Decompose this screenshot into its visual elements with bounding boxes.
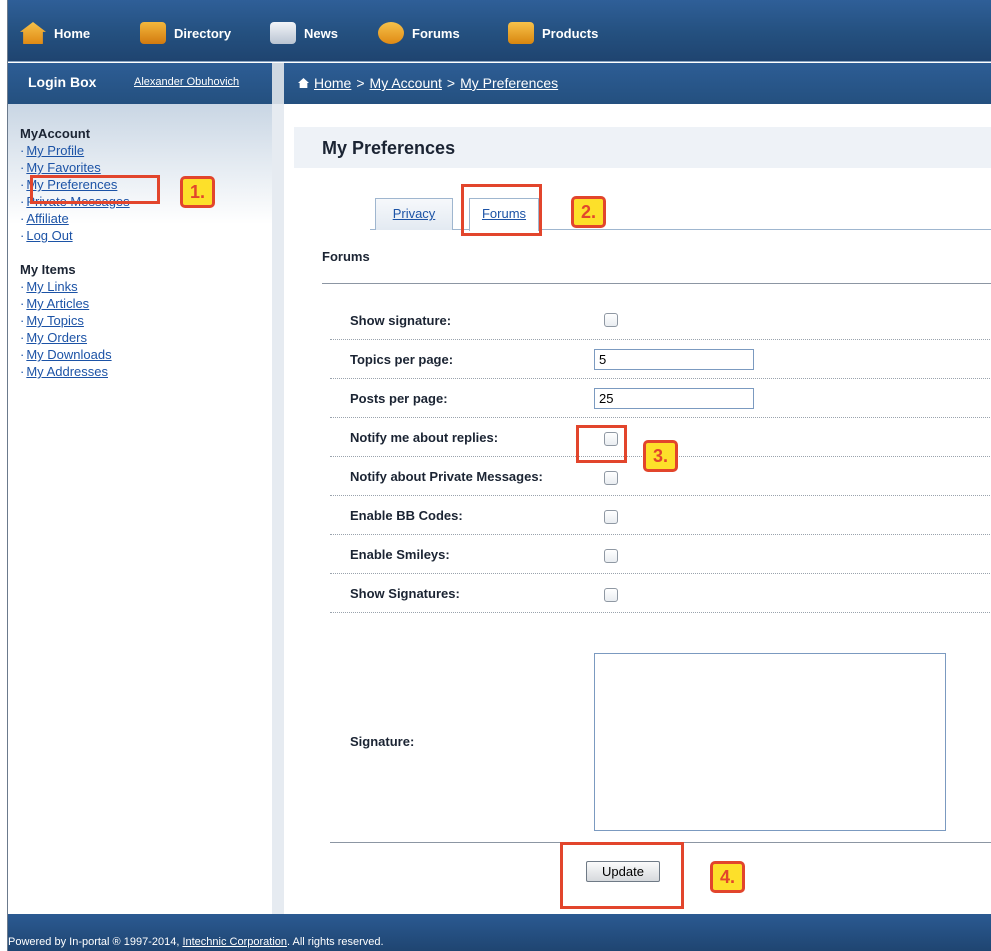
enable-bb-checkbox[interactable] — [604, 510, 618, 524]
page-frame: Home Directory News Forums Products Logi… — [7, 0, 991, 951]
posts-per-page-input[interactable] — [594, 388, 754, 409]
nav-home[interactable]: Home — [20, 20, 90, 46]
breadcrumb-my-account[interactable]: My Account — [370, 75, 442, 91]
footer-company-link[interactable]: Intechnic Corporation — [182, 936, 287, 948]
sidebar-item-log-out[interactable]: · Log Out — [20, 227, 130, 244]
posts-per-page-label: Posts per page: — [350, 391, 448, 406]
nav-forums-label: Forums — [412, 25, 460, 41]
step-badge-4: 4. — [710, 861, 746, 893]
show-signatures-label: Show Signatures: — [350, 586, 460, 601]
notify-pm-checkbox[interactable] — [604, 471, 618, 485]
notify-pm-label: Notify about Private Messages: — [350, 469, 543, 484]
forums-icon — [378, 22, 404, 44]
enable-smileys-label: Enable Smileys: — [350, 547, 450, 562]
sidebar-item-my-addresses[interactable]: · My Addresses — [20, 363, 112, 380]
section-divider — [322, 283, 991, 284]
footer: Powered by In-portal ® 1997-2014, Intech… — [8, 914, 991, 951]
topics-per-page-label: Topics per page: — [350, 352, 454, 367]
highlight-box-my-preferences — [30, 175, 160, 204]
column-divider — [272, 63, 284, 104]
signature-textarea[interactable] — [594, 653, 946, 831]
step-badge-3: 3. — [643, 440, 679, 472]
sidebar-item-my-favorites[interactable]: · My Favorites — [20, 159, 130, 176]
nav-directory-label: Directory — [174, 25, 232, 41]
tab-privacy[interactable]: Privacy — [375, 198, 453, 230]
form-row-enable-bb: Enable BB Codes: — [330, 496, 991, 535]
sidebar-item-my-articles[interactable]: · My Articles — [20, 295, 112, 312]
my-account-title: MyAccount — [20, 126, 91, 141]
form-row-enable-smileys: Enable Smileys: — [330, 535, 991, 574]
step-badge-2: 2. — [571, 196, 607, 228]
nav-news-label: News — [304, 25, 338, 41]
home-icon — [20, 22, 46, 44]
footer-text: Powered by In-portal ® 1997-2014, Intech… — [8, 936, 384, 948]
sidebar-item-my-downloads[interactable]: · My Downloads — [20, 346, 112, 363]
nav-home-label: Home — [54, 25, 91, 41]
sidebar-item-affiliate[interactable]: · Affiliate — [20, 210, 130, 227]
nav-products[interactable]: Products — [508, 20, 598, 46]
nav-news[interactable]: News — [270, 20, 338, 46]
form-row-posts-per-page: Posts per page: — [330, 379, 991, 418]
sidebar-item-my-links[interactable]: · My Links — [20, 278, 112, 295]
form-row-show-signatures: Show Signatures: — [330, 574, 991, 613]
show-signature-label: Show signature: — [350, 313, 452, 328]
signature-label: Signature: — [350, 734, 415, 749]
main-content: My Preferences Privacy Forums Forums Sho… — [284, 104, 991, 914]
house-icon — [298, 78, 309, 88]
my-items-group: My Items · My Links · My Articles · My Topi… — [20, 262, 112, 380]
breadcrumb-my-preferences[interactable]: My Preferences — [460, 75, 558, 91]
products-icon — [508, 22, 534, 44]
breadcrumb-separator: > — [446, 75, 456, 91]
notify-replies-label: Notify me about replies: — [350, 430, 499, 445]
footer-prefix: Powered by In-portal ® 1997-2014, — [8, 936, 183, 948]
topics-per-page-input[interactable] — [594, 349, 754, 370]
show-signature-checkbox[interactable] — [604, 313, 618, 327]
highlight-box-notify-replies — [576, 425, 627, 463]
highlight-box-forums-tab — [461, 184, 542, 236]
nav-forums[interactable]: Forums — [378, 20, 460, 46]
page-title: My Preferences — [322, 138, 456, 158]
news-icon — [270, 22, 296, 44]
login-box-title: Login Box — [28, 74, 97, 90]
directory-icon — [140, 22, 166, 44]
top-navigation: Home Directory News Forums Products — [8, 0, 991, 62]
nav-directory[interactable]: Directory — [140, 20, 231, 46]
sidebar-item-my-topics[interactable]: · My Topics — [20, 312, 112, 329]
my-items-title: My Items — [20, 262, 76, 277]
show-signatures-checkbox[interactable] — [604, 588, 618, 602]
step-badge-1: 1. — [180, 176, 216, 208]
sidebar-item-my-profile[interactable]: · My Profile — [20, 142, 130, 159]
enable-smileys-checkbox[interactable] — [604, 549, 618, 563]
enable-bb-label: Enable BB Codes: — [350, 508, 463, 523]
page-header: My Preferences — [294, 127, 991, 168]
footer-suffix: . All rights reserved. — [287, 936, 384, 948]
breadcrumb-home[interactable]: Home — [314, 75, 351, 91]
sidebar-item-my-orders[interactable]: · My Orders — [20, 329, 112, 346]
section-title: Forums — [322, 249, 370, 264]
breadcrumb: Home > My Account > My Preferences — [298, 75, 558, 91]
sidebar: MyAccount · My Profile · My Favorites · My … — [8, 104, 284, 914]
form-row-topics-per-page: Topics per page: — [330, 340, 991, 379]
highlight-box-update — [560, 842, 684, 909]
form-row-show-signature: Show signature: — [330, 301, 991, 340]
login-user-link[interactable]: Alexander Obuhovich — [134, 76, 239, 88]
breadcrumb-separator: > — [356, 75, 365, 91]
nav-products-label: Products — [542, 25, 599, 41]
sub-header-bar: Login Box Alexander Obuhovich Home > My … — [8, 63, 991, 104]
sidebar-separator — [272, 104, 284, 914]
